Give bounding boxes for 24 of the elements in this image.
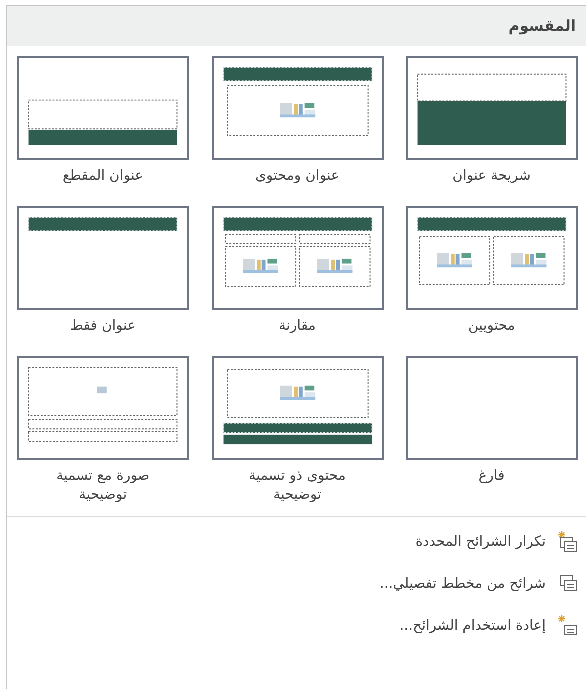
layout-label: صورة مع تسمية توضيحية <box>56 467 151 505</box>
layout-label: محتويين <box>467 317 516 336</box>
layout-label: شريحة عنوان <box>452 167 532 186</box>
layout-label: عنوان ومحتوى <box>254 167 341 186</box>
layout-label: مقارنة <box>278 317 318 336</box>
layout-thumbnail[interactable] <box>406 56 578 160</box>
layout-thumbnail[interactable] <box>212 356 384 460</box>
menu-item[interactable]: إعادة استخدام الشرائح... <box>7 605 586 647</box>
layout-label: محتوى ذو تسمية توضيحية <box>248 467 348 505</box>
layout-thumbnail[interactable] <box>212 206 384 310</box>
layout-label: عنوان فقط <box>69 317 137 336</box>
layout-thumbnail[interactable] <box>406 356 578 460</box>
menu-item[interactable]: شرائح من مخطط تفصيلي... <box>7 563 586 605</box>
layout-thumbnail[interactable] <box>17 206 190 310</box>
new-slides-icon <box>558 531 578 553</box>
layout-thumbnail[interactable] <box>17 56 190 160</box>
layout-label: عنوان المقطع <box>62 167 145 186</box>
menu-item[interactable]: تكرار الشرائح المحددة <box>7 521 586 563</box>
layout-label: فارغ <box>478 467 506 486</box>
layout-thumbnail[interactable] <box>406 206 578 310</box>
section-title: المقسوم <box>508 16 576 37</box>
layout-thumbnail[interactable] <box>17 356 190 460</box>
layout-thumbnail[interactable] <box>212 56 384 160</box>
new-slide-icon <box>558 615 578 637</box>
